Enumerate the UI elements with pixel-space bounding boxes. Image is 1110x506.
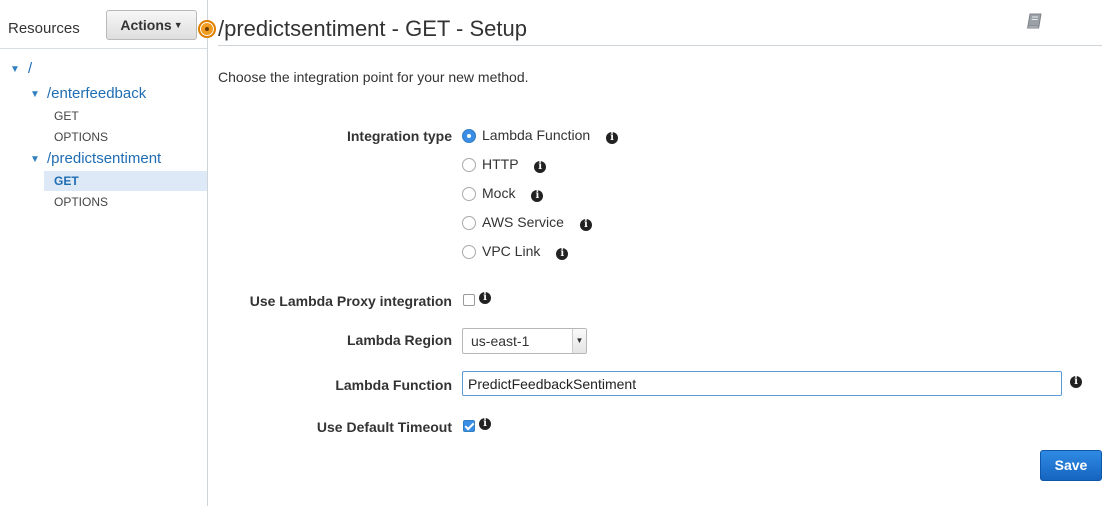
book-icon[interactable] — [1025, 11, 1045, 31]
radio-aws-service[interactable]: AWS Service i — [462, 214, 592, 231]
lambda-function-input[interactable] — [462, 371, 1062, 396]
integration-type-label: Integration type — [346, 128, 452, 144]
lambda-proxy-label: Use Lambda Proxy integration — [249, 293, 452, 309]
tree-expand-icon[interactable]: ▼ — [30, 89, 40, 100]
radio-http[interactable]: HTTP i — [462, 156, 547, 173]
radio-label: AWS Service — [482, 214, 564, 230]
resources-sidebar: Resources Actions ▼ ▼ / ▼ /enterfeedback … — [0, 0, 208, 506]
info-icon[interactable]: i — [579, 219, 592, 231]
radio-vpc-link[interactable]: VPC Link i — [462, 243, 569, 260]
radio-button[interactable] — [462, 245, 476, 259]
tree-resource-predictsentiment[interactable]: /predictsentiment — [47, 150, 161, 167]
radio-button[interactable] — [462, 216, 476, 230]
lambda-region-label: Lambda Region — [346, 332, 452, 348]
save-button[interactable]: Save — [1040, 450, 1102, 481]
info-icon[interactable]: i — [479, 292, 491, 304]
default-timeout-checkbox[interactable] — [463, 420, 475, 432]
radio-label: Mock — [482, 185, 516, 201]
resources-title: Resources — [8, 20, 80, 37]
radio-mock[interactable]: Mock i — [462, 185, 544, 202]
radio-button[interactable] — [462, 158, 476, 172]
tree-method-options[interactable]: OPTIONS — [54, 130, 108, 144]
actions-button[interactable]: Actions ▼ — [106, 10, 197, 40]
tree-resource-enterfeedback[interactable]: /enterfeedback — [47, 85, 146, 102]
tree-expand-icon[interactable]: ▼ — [10, 64, 20, 75]
lambda-region-select[interactable]: us-east-1 ▼ — [462, 328, 587, 354]
info-icon[interactable]: i — [556, 248, 569, 260]
select-arrow-icon[interactable]: ▼ — [572, 329, 586, 353]
tree-method-options[interactable]: OPTIONS — [54, 195, 108, 209]
radio-label: Lambda Function — [482, 127, 591, 143]
radio-label: HTTP — [482, 156, 519, 172]
info-icon[interactable]: i — [531, 190, 544, 202]
page-title: /predictsentiment - GET - Setup — [218, 16, 527, 41]
title-divider — [218, 45, 1102, 46]
resize-handle[interactable] — [198, 20, 216, 38]
caret-down-icon: ▼ — [173, 20, 183, 30]
radio-lambda-function[interactable]: Lambda Function i — [462, 127, 619, 144]
sidebar-divider — [0, 48, 207, 49]
lambda-function-label: Lambda Function — [335, 377, 452, 393]
radio-button-checked[interactable] — [462, 129, 476, 143]
radio-label: VPC Link — [482, 243, 541, 259]
tree-method-get[interactable]: GET — [54, 109, 79, 123]
tree-expand-icon[interactable]: ▼ — [30, 154, 40, 165]
lambda-region-value: us-east-1 — [471, 333, 530, 349]
default-timeout-label: Use Default Timeout — [316, 419, 452, 435]
info-icon[interactable]: i — [534, 161, 547, 173]
info-icon[interactable]: i — [1070, 376, 1082, 388]
radio-button[interactable] — [462, 187, 476, 201]
info-icon[interactable]: i — [606, 132, 619, 144]
tree-root[interactable]: / — [28, 60, 32, 77]
info-icon[interactable]: i — [479, 418, 491, 430]
actions-label: Actions — [120, 17, 172, 33]
tree-method-get-selected[interactable]: GET — [44, 171, 207, 191]
lambda-proxy-checkbox[interactable] — [463, 294, 475, 306]
intro-text: Choose the integration point for your ne… — [218, 69, 529, 85]
